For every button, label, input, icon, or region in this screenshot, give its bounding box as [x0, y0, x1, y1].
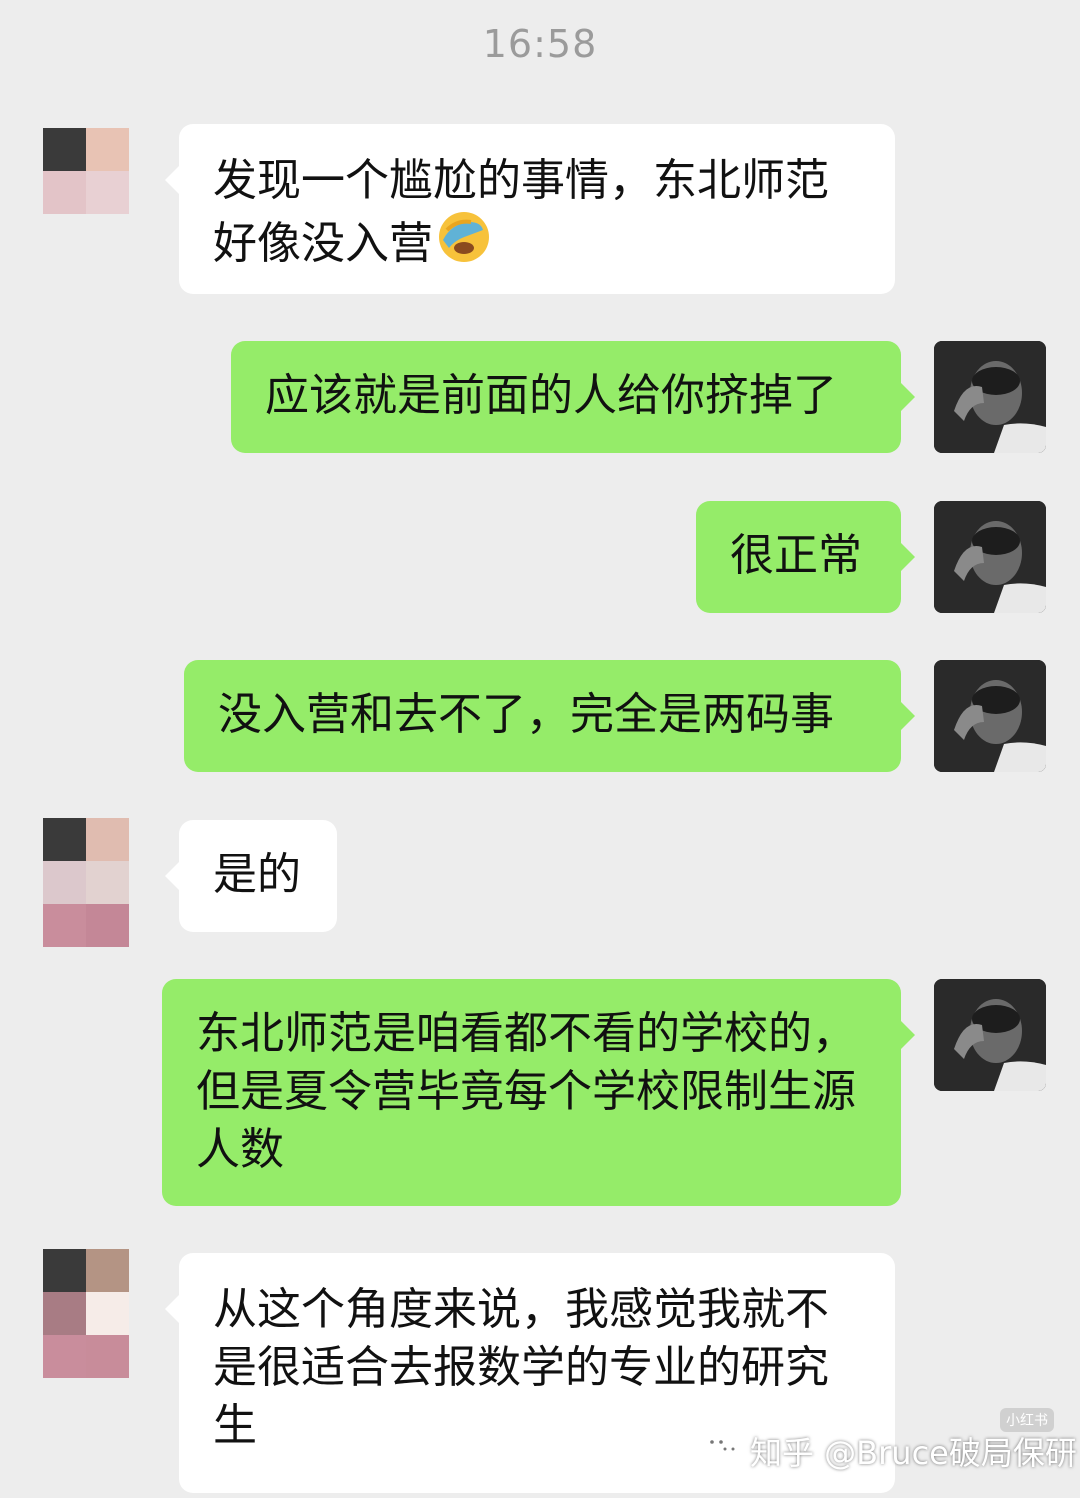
user-avatar-photo-icon: [934, 979, 1046, 1091]
message-bubble-incoming[interactable]: 是的: [165, 820, 337, 932]
message-bubble-outgoing[interactable]: 很正常: [696, 501, 915, 613]
user-avatar[interactable]: [934, 341, 1046, 453]
watermark: 知乎 @Bruce破局保研: [702, 1426, 1077, 1476]
message-text: 应该就是前面的人给你挤掉了: [265, 370, 837, 421]
message-text: 很正常: [730, 530, 862, 581]
message-text: 发现一个尴尬的事情，东北师范好像没入营: [213, 155, 829, 269]
contact-avatar[interactable]: [43, 128, 129, 214]
chat-timestamp: 16:58: [482, 22, 598, 66]
user-avatar-photo-icon: [934, 660, 1046, 772]
watermark-text: 知乎 @Bruce破局保研: [750, 1434, 1077, 1472]
message-text: 东北师范是咱看都不看的学校的，但是夏令营毕竟每个学校限制生源人数: [196, 1008, 856, 1175]
message-bubble-outgoing[interactable]: 没入营和去不了，完全是两码事: [184, 660, 915, 772]
user-avatar-photo-icon: [934, 341, 1046, 453]
wechat-icon: [702, 1431, 742, 1471]
user-avatar-photo-icon: [934, 501, 1046, 613]
message-bubble-incoming[interactable]: 发现一个尴尬的事情，东北师范好像没入营: [165, 124, 895, 294]
contact-avatar[interactable]: [43, 818, 129, 947]
message-text: 是的: [213, 849, 301, 900]
user-avatar[interactable]: [934, 660, 1046, 772]
message-bubble-outgoing[interactable]: 应该就是前面的人给你挤掉了: [231, 341, 915, 453]
message-text: 没入营和去不了，完全是两码事: [218, 689, 834, 740]
user-avatar[interactable]: [934, 979, 1046, 1091]
facepalm-emoji-icon: [437, 210, 491, 279]
user-avatar[interactable]: [934, 501, 1046, 613]
contact-avatar[interactable]: [43, 1249, 129, 1378]
message-bubble-outgoing[interactable]: 东北师范是咱看都不看的学校的，但是夏令营毕竟每个学校限制生源人数: [162, 979, 915, 1206]
